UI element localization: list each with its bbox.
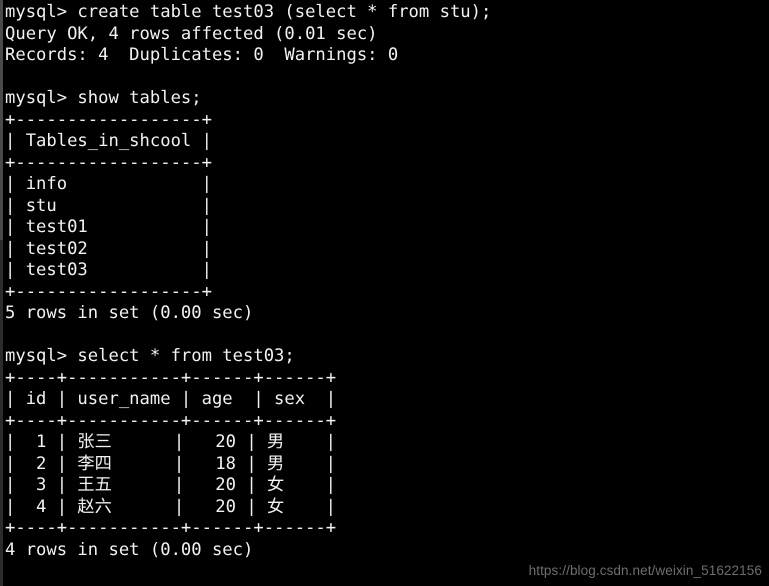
- terminal-line: | stu |: [5, 195, 212, 216]
- terminal-line: 5 rows in set (0.00 sec): [5, 303, 254, 323]
- terminal-line: mysql> select * from test03;: [5, 346, 295, 366]
- scrollbar-thumb[interactable]: [0, 0, 3, 240]
- terminal-line: Records: 4 Duplicates: 0 Warnings: 0: [5, 45, 399, 65]
- watermark-url: https://blog.csdn.net/weixin_51622156: [528, 563, 762, 578]
- terminal-line: +----+-----------+------+------+: [5, 410, 337, 431]
- terminal-output-area[interactable]: mysql> create table test03 (select * fro…: [5, 2, 769, 583]
- terminal-line: +----+-----------+------+------+: [5, 518, 337, 538]
- terminal-line: | info |: [5, 174, 212, 194]
- terminal-line: +----+-----------+------+------+: [5, 367, 337, 388]
- terminal-line: | test01 |: [5, 217, 212, 237]
- terminal-line: | 4 | 赵六 | 20 | 女 |: [5, 496, 336, 517]
- terminal-line: | 2 | 李四 | 18 | 男 |: [5, 453, 336, 474]
- terminal-line: | id | user_name | age | sex |: [5, 389, 337, 409]
- terminal-line: | Tables_in_shcool |: [5, 131, 212, 151]
- scrollbar-track[interactable]: [0, 0, 3, 586]
- terminal-line: 4 rows in set (0.00 sec): [5, 539, 254, 560]
- terminal-line: +------------------+: [5, 109, 212, 130]
- terminal-line: mysql> create table test03 (select * fro…: [5, 2, 492, 22]
- terminal-line: mysql> show tables;: [5, 88, 202, 108]
- terminal-line: | 3 | 王五 | 20 | 女 |: [5, 475, 336, 495]
- terminal-line: | test03 |: [5, 260, 212, 280]
- terminal-line: Query OK, 4 rows affected (0.01 sec): [5, 23, 378, 44]
- terminal-line: | 1 | 张三 | 20 | 男 |: [5, 432, 336, 452]
- terminal-line: | test02 |: [5, 238, 212, 259]
- terminal-window[interactable]: mysql> create table test03 (select * fro…: [0, 0, 769, 586]
- terminal-line: +------------------+: [5, 281, 212, 302]
- terminal-line: +------------------+: [5, 152, 212, 173]
